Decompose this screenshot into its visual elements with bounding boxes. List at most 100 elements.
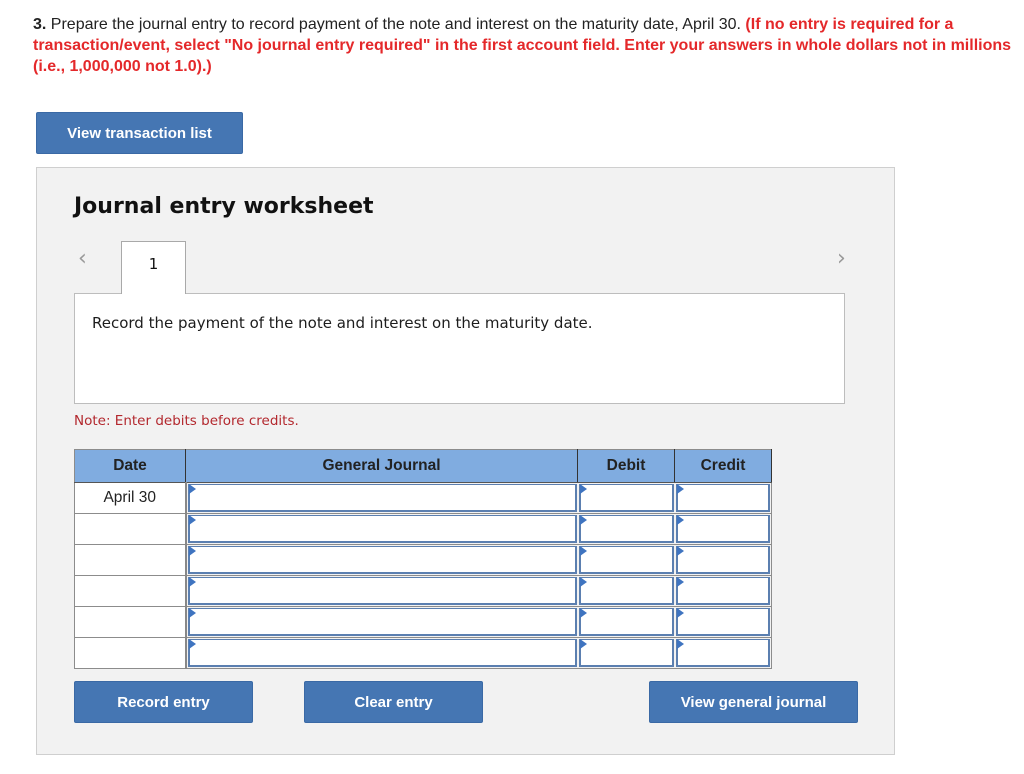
dropdown-marker-icon — [188, 608, 196, 618]
table-row — [74, 575, 772, 607]
dropdown-marker-icon — [188, 639, 196, 649]
account-select-wrapper — [187, 608, 577, 636]
debit-input-wrapper — [578, 484, 674, 512]
dropdown-marker-icon — [579, 546, 587, 556]
credit-input[interactable] — [677, 547, 768, 572]
header-debit: Debit — [577, 449, 675, 483]
header-credit: Credit — [674, 449, 772, 483]
clear-entry-button[interactable]: Clear entry — [304, 681, 483, 723]
dropdown-marker-icon — [676, 577, 684, 587]
debit-input-wrapper — [578, 577, 674, 605]
debit-input-wrapper — [578, 515, 674, 543]
date-cell: April 30 — [74, 482, 187, 514]
dropdown-marker-icon — [676, 484, 684, 494]
transaction-description-box: Record the payment of the note and inter… — [74, 293, 845, 404]
table-row — [74, 637, 772, 669]
question-prompt: 3. Prepare the journal entry to record p… — [33, 14, 1018, 77]
account-select-wrapper — [187, 546, 577, 574]
debit-cell — [577, 513, 675, 545]
date-cell — [74, 575, 187, 607]
chevron-right-icon[interactable]: › — [837, 248, 846, 270]
account-cell — [185, 575, 578, 607]
dropdown-marker-icon — [579, 484, 587, 494]
dropdown-marker-icon — [676, 639, 684, 649]
credit-cell — [674, 544, 772, 576]
date-cell — [74, 637, 187, 669]
debit-input[interactable] — [580, 609, 672, 634]
debit-input[interactable] — [580, 547, 672, 572]
debit-input[interactable] — [580, 516, 672, 541]
account-select[interactable] — [189, 578, 575, 603]
debit-cell — [577, 544, 675, 576]
credit-cell — [674, 637, 772, 669]
debit-cell — [577, 637, 675, 669]
credit-cell — [674, 575, 772, 607]
account-select[interactable] — [189, 547, 575, 572]
date-cell — [74, 513, 187, 545]
dropdown-marker-icon — [579, 639, 587, 649]
dropdown-marker-icon — [676, 515, 684, 525]
dropdown-marker-icon — [579, 515, 587, 525]
question-text: Prepare the journal entry to record paym… — [46, 16, 746, 33]
header-date: Date — [74, 449, 186, 483]
debit-input-wrapper — [578, 608, 674, 636]
credit-input[interactable] — [677, 640, 768, 665]
table-row — [74, 606, 772, 638]
credit-input[interactable] — [677, 485, 768, 510]
tab-entry-1[interactable]: 1 — [121, 241, 186, 294]
dropdown-marker-icon — [676, 546, 684, 556]
debit-input[interactable] — [580, 640, 672, 665]
credit-input-wrapper — [675, 608, 770, 636]
debit-cell — [577, 575, 675, 607]
credit-input-wrapper — [675, 546, 770, 574]
debit-input[interactable] — [580, 578, 672, 603]
dropdown-marker-icon — [188, 515, 196, 525]
debits-note: Note: Enter debits before credits. — [74, 413, 299, 429]
dropdown-marker-icon — [579, 577, 587, 587]
journal-entry-worksheet: Journal entry worksheet ‹ › 1 Record the… — [36, 167, 895, 755]
account-select[interactable] — [189, 640, 575, 665]
table-row: April 30 — [74, 482, 772, 514]
account-select[interactable] — [189, 609, 575, 634]
view-general-journal-button[interactable]: View general journal — [649, 681, 858, 723]
debit-input-wrapper — [578, 546, 674, 574]
credit-input[interactable] — [677, 578, 768, 603]
journal-table: Date General Journal Debit Credit April … — [74, 449, 772, 669]
account-cell — [185, 513, 578, 545]
account-cell — [185, 544, 578, 576]
debit-input[interactable] — [580, 485, 672, 510]
dropdown-marker-icon — [188, 546, 196, 556]
debit-cell — [577, 482, 675, 514]
debit-input-wrapper — [578, 639, 674, 667]
credit-input-wrapper — [675, 515, 770, 543]
account-select[interactable] — [189, 485, 575, 510]
dropdown-marker-icon — [188, 484, 196, 494]
view-transaction-list-button[interactable]: View transaction list — [36, 112, 243, 154]
table-header-row: Date General Journal Debit Credit — [74, 449, 772, 483]
header-general-journal: General Journal — [185, 449, 578, 483]
account-cell — [185, 637, 578, 669]
account-select-wrapper — [187, 484, 577, 512]
dropdown-marker-icon — [579, 608, 587, 618]
record-entry-button[interactable]: Record entry — [74, 681, 253, 723]
account-select[interactable] — [189, 516, 575, 541]
credit-cell — [674, 482, 772, 514]
account-select-wrapper — [187, 577, 577, 605]
credit-input[interactable] — [677, 609, 768, 634]
transaction-description: Record the payment of the note and inter… — [92, 314, 593, 332]
date-cell — [74, 544, 187, 576]
account-cell — [185, 482, 578, 514]
date-cell — [74, 606, 187, 638]
worksheet-title: Journal entry worksheet — [74, 194, 374, 219]
dropdown-marker-icon — [676, 608, 684, 618]
credit-input-wrapper — [675, 484, 770, 512]
credit-cell — [674, 513, 772, 545]
credit-input-wrapper — [675, 639, 770, 667]
credit-input[interactable] — [677, 516, 768, 541]
dropdown-marker-icon — [188, 577, 196, 587]
table-row — [74, 544, 772, 576]
account-cell — [185, 606, 578, 638]
account-select-wrapper — [187, 515, 577, 543]
chevron-left-icon[interactable]: ‹ — [78, 248, 87, 270]
table-row — [74, 513, 772, 545]
